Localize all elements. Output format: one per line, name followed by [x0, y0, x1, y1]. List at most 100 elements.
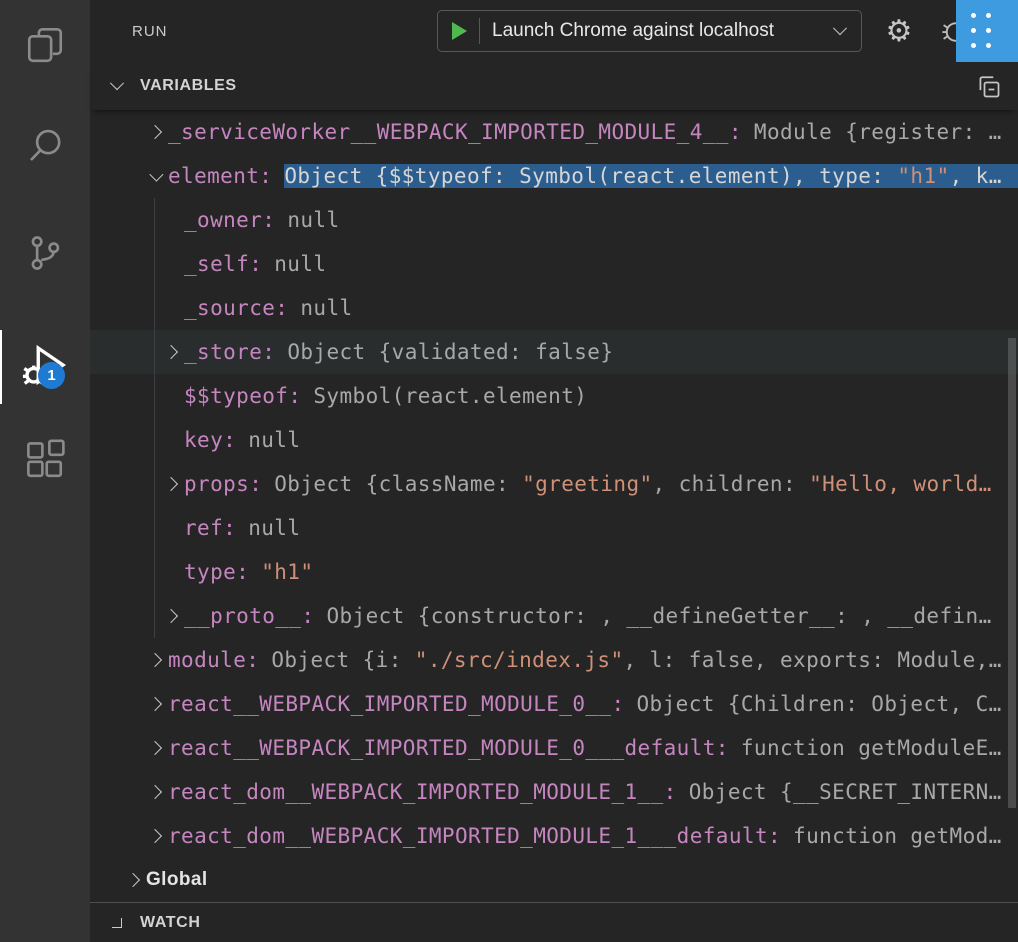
extensions-icon — [24, 439, 66, 486]
variable-value: null — [300, 296, 1018, 320]
twistie-spacer — [158, 506, 184, 550]
branch-icon — [24, 232, 66, 279]
section-chevron-icon[interactable] — [104, 903, 130, 942]
variable-row[interactable]: react__WEBPACK_IMPORTED_MODULE_0__: Objec… — [90, 682, 1018, 726]
sidebar-item-explorer[interactable] — [23, 25, 67, 69]
twistie-icon[interactable] — [158, 594, 184, 638]
sidebar-item-search[interactable] — [23, 126, 67, 170]
start-debug-icon[interactable] — [452, 22, 467, 40]
variable-name: type: — [184, 560, 249, 584]
debug-sidebar: 1 RUN Launch Chrome against localhost — [0, 0, 1018, 942]
activity-bar: 1 — [0, 0, 90, 942]
section-title: VARIABLES — [140, 77, 237, 95]
chevron-down-icon — [833, 21, 847, 35]
variable-name: ref: — [184, 516, 236, 540]
twistie-icon[interactable] — [158, 462, 184, 506]
twistie-icon[interactable] — [158, 330, 184, 374]
variable-name: react_dom__WEBPACK_IMPORTED_MODULE_1__: — [168, 780, 677, 804]
files-icon — [24, 24, 66, 71]
indent-guide — [154, 198, 155, 638]
variable-name: _self: — [184, 252, 262, 276]
variable-row[interactable]: _owner: null — [90, 198, 1018, 242]
variable-value: Object {className: "greeting", children:… — [274, 472, 1018, 496]
variable-value: Object {__SECRET_INTERN… — [689, 780, 1018, 804]
search-icon — [24, 125, 66, 172]
variable-value: null — [274, 252, 1018, 276]
variable-value: null — [248, 516, 1018, 540]
scrollbar-thumb[interactable] — [1008, 338, 1016, 808]
variable-name: _source: — [184, 296, 288, 320]
variable-row[interactable]: react_dom__WEBPACK_IMPORTED_MODULE_1___d… — [90, 814, 1018, 858]
variable-row[interactable]: _serviceWorker__WEBPACK_IMPORTED_MODULE_… — [90, 110, 1018, 154]
twistie-spacer — [158, 418, 184, 462]
variable-row[interactable]: props: Object {className: "greeting", chi… — [90, 462, 1018, 506]
twistie-spacer — [158, 198, 184, 242]
variable-value: null — [287, 208, 1018, 232]
variable-value: Object {Children: Object, C… — [637, 692, 1018, 716]
section-chevron-icon[interactable] — [104, 62, 130, 110]
twistie-icon[interactable] — [142, 110, 168, 154]
variables-rows: _serviceWorker__WEBPACK_IMPORTED_MODULE_… — [90, 110, 1018, 902]
variable-row[interactable]: __proto__: Object {constructor: , __defin… — [90, 594, 1018, 638]
twistie-spacer — [158, 242, 184, 286]
divider — [479, 18, 480, 44]
sidebar-item-source-control[interactable] — [23, 233, 67, 277]
twistie-icon[interactable] — [142, 814, 168, 858]
variable-value: function getModuleE… — [741, 736, 1018, 760]
debug-toolbar: RUN Launch Chrome against localhost ⚙ — [90, 0, 1018, 62]
variable-name: _serviceWorker__WEBPACK_IMPORTED_MODULE_… — [168, 120, 742, 144]
variable-value: Module {register: … — [754, 120, 1018, 144]
twistie-icon[interactable] — [142, 726, 168, 770]
gear-icon[interactable]: ⚙ — [883, 0, 915, 62]
variable-name: props: — [184, 472, 262, 496]
debug-badge: 1 — [38, 362, 65, 389]
twistie-icon[interactable] — [120, 858, 146, 902]
sidebar-item-extensions[interactable] — [23, 440, 67, 484]
twistie-icon[interactable] — [142, 682, 168, 726]
variable-row[interactable]: element:Object {$$typeof: Symbol(react.e… — [90, 154, 1018, 198]
collapse-all-icon[interactable] — [974, 72, 1002, 100]
dots-grid-icon[interactable] — [956, 0, 1018, 62]
variables-section-header[interactable]: VARIABLES — [90, 62, 1018, 110]
variable-row[interactable]: _store: Object {validated: false} — [90, 330, 1018, 374]
scope-row[interactable]: Global — [90, 858, 1018, 902]
active-view-indicator — [0, 330, 2, 404]
variable-value: null — [248, 428, 1018, 452]
variable-row[interactable]: module:Object {i: "./src/index.js", l: f… — [90, 638, 1018, 682]
variable-value: "h1" — [261, 560, 1018, 584]
variable-row[interactable]: react__WEBPACK_IMPORTED_MODULE_0___defau… — [90, 726, 1018, 770]
variable-row[interactable]: _self: null — [90, 242, 1018, 286]
variable-name: key: — [184, 428, 236, 452]
variable-row[interactable]: $$typeof: Symbol(react.element) — [90, 374, 1018, 418]
variable-name: react_dom__WEBPACK_IMPORTED_MODULE_1___d… — [168, 824, 781, 848]
run-and-debug-panel: RUN Launch Chrome against localhost ⚙ — [90, 0, 1018, 942]
variable-row[interactable]: ref: null — [90, 506, 1018, 550]
launch-config-label: Launch Chrome against localhost — [492, 20, 835, 42]
variable-name: react__WEBPACK_IMPORTED_MODULE_0___defau… — [168, 736, 729, 760]
twistie-spacer — [158, 374, 184, 418]
variable-value: Object {$$typeof: Symbol(react.element),… — [284, 164, 1018, 188]
variable-row[interactable]: type: "h1" — [90, 550, 1018, 594]
launch-config-dropdown[interactable]: Launch Chrome against localhost — [437, 10, 862, 52]
section-title: WATCH — [140, 914, 200, 932]
twistie-spacer — [158, 550, 184, 594]
panel-title: RUN — [132, 0, 168, 62]
twistie-icon[interactable] — [142, 154, 168, 198]
twistie-icon[interactable] — [142, 638, 168, 682]
variable-name: Global — [146, 869, 208, 891]
variable-value: Object {i: "./src/index.js", l: false, e… — [271, 648, 1018, 672]
variable-name: _store: — [184, 340, 275, 364]
variable-name: __proto__: — [184, 604, 314, 628]
variable-name: $$typeof: — [184, 384, 301, 408]
variable-row[interactable]: key: null — [90, 418, 1018, 462]
variable-name: react__WEBPACK_IMPORTED_MODULE_0__: — [168, 692, 625, 716]
twistie-icon[interactable] — [142, 770, 168, 814]
variable-value: function getMod… — [793, 824, 1018, 848]
variable-row[interactable]: _source: null — [90, 286, 1018, 330]
variable-row[interactable]: react_dom__WEBPACK_IMPORTED_MODULE_1__: O… — [90, 770, 1018, 814]
variable-value: Object {constructor: , __defineGetter__:… — [326, 604, 1018, 628]
variable-value: Symbol(react.element) — [313, 384, 1018, 408]
variable-name: _owner: — [184, 208, 275, 232]
variable-value: Object {validated: false} — [287, 340, 1018, 364]
watch-section-header[interactable]: WATCH — [90, 902, 1018, 942]
